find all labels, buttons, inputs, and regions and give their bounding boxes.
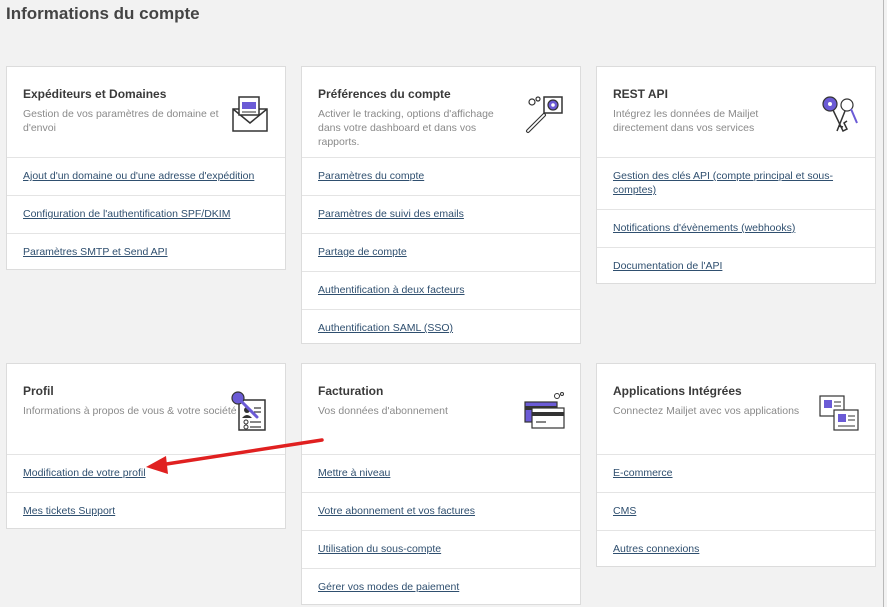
list-item: Authentification SAML (SSO) <box>302 309 580 347</box>
card-integrations: Applications Intégrées Connectez Mailjet… <box>596 363 876 567</box>
list-item: Modification de votre profil <box>7 454 285 492</box>
link-payment-methods[interactable]: Gérer vos modes de paiement <box>318 581 459 593</box>
link-subaccount-usage[interactable]: Utilisation du sous-compte <box>318 543 441 555</box>
card-rest-api: REST API Intégrez les données de Mailjet… <box>596 66 876 284</box>
link-saml-sso[interactable]: Authentification SAML (SSO) <box>318 322 453 334</box>
link-edit-profile[interactable]: Modification de votre profil <box>23 467 146 479</box>
list-item: Mettre à niveau <box>302 454 580 492</box>
window-edge <box>883 0 884 611</box>
link-cms[interactable]: CMS <box>613 505 636 517</box>
link-api-keys[interactable]: Gestion des clés API (compte principal e… <box>613 170 833 196</box>
link-subscription-invoices[interactable]: Votre abonnement et vos factures <box>318 505 475 517</box>
list-item: Paramètres SMTP et Send API <box>7 233 285 271</box>
card-senders-header: Expéditeurs et Domaines Gestion de vos p… <box>7 67 285 157</box>
credit-card-icon <box>522 390 566 434</box>
list-item: Documentation de l'API <box>597 247 875 285</box>
list-item: Authentification à deux facteurs <box>302 271 580 309</box>
card-description: Connectez Mailjet avec vos applications <box>613 405 800 417</box>
card-preferences-header: Préférences du compte Activer le trackin… <box>302 67 580 157</box>
card-description: Informations à propos de vous & votre so… <box>23 405 237 417</box>
list-item: Gestion des clés API (compte principal e… <box>597 157 875 209</box>
card-description: Gestion de vos paramètres de domaine et … <box>23 108 219 134</box>
card-description: Activer le tracking, options d'affichage… <box>318 108 494 148</box>
link-other-connections[interactable]: Autres connexions <box>613 543 699 555</box>
list-item: Partage de compte <box>302 233 580 271</box>
card-billing-header: Facturation Vos données d'abonnement <box>302 364 580 454</box>
page-title: Informations du compte <box>6 4 200 23</box>
window-bottom <box>0 607 887 611</box>
link-two-factor[interactable]: Authentification à deux facteurs <box>318 284 465 296</box>
list-item: Gérer vos modes de paiement <box>302 568 580 606</box>
link-ecommerce[interactable]: E-commerce <box>613 467 673 479</box>
list-item: Utilisation du sous-compte <box>302 530 580 568</box>
card-preferences: Préférences du compte Activer le trackin… <box>301 66 581 344</box>
link-webhooks[interactable]: Notifications d'évènements (webhooks) <box>613 222 795 234</box>
list-item: Paramètres de suivi des emails <box>302 195 580 233</box>
list-item: Ajout d'un domaine ou d'une adresse d'ex… <box>7 157 285 195</box>
card-billing: Facturation Vos données d'abonnement Met… <box>301 363 581 605</box>
card-description: Vos données d'abonnement <box>318 405 448 417</box>
card-integrations-header: Applications Intégrées Connectez Mailjet… <box>597 364 875 454</box>
list-item: Autres connexions <box>597 530 875 568</box>
list-item: Notifications d'évènements (webhooks) <box>597 209 875 247</box>
link-upgrade[interactable]: Mettre à niveau <box>318 467 390 479</box>
list-item: Paramètres du compte <box>302 157 580 195</box>
card-profile-header: Profil Informations à propos de vous & v… <box>7 364 285 454</box>
wrench-gear-icon <box>522 93 566 137</box>
card-rest-api-header: REST API Intégrez les données de Mailjet… <box>597 67 875 157</box>
link-support-tickets[interactable]: Mes tickets Support <box>23 505 115 517</box>
link-add-domain[interactable]: Ajout d'un domaine ou d'une adresse d'ex… <box>23 170 254 182</box>
profile-card-icon <box>227 390 271 434</box>
app-windows-icon <box>817 390 861 434</box>
link-account-sharing[interactable]: Partage de compte <box>318 246 407 258</box>
link-smtp-send-api[interactable]: Paramètres SMTP et Send API <box>23 246 168 258</box>
keys-icon <box>817 93 861 137</box>
link-account-settings[interactable]: Paramètres du compte <box>318 170 424 182</box>
card-description: Intégrez les données de Mailjet directem… <box>613 108 759 134</box>
card-senders: Expéditeurs et Domaines Gestion de vos p… <box>6 66 286 270</box>
list-item: Configuration de l'authentification SPF/… <box>7 195 285 233</box>
link-spf-dkim[interactable]: Configuration de l'authentification SPF/… <box>23 208 230 220</box>
list-item: E-commerce <box>597 454 875 492</box>
link-email-tracking[interactable]: Paramètres de suivi des emails <box>318 208 464 220</box>
list-item: Mes tickets Support <box>7 492 285 530</box>
envelope-icon <box>227 93 271 137</box>
link-api-docs[interactable]: Documentation de l'API <box>613 260 722 272</box>
list-item: CMS <box>597 492 875 530</box>
card-profile: Profil Informations à propos de vous & v… <box>6 363 286 529</box>
list-item: Votre abonnement et vos factures <box>302 492 580 530</box>
